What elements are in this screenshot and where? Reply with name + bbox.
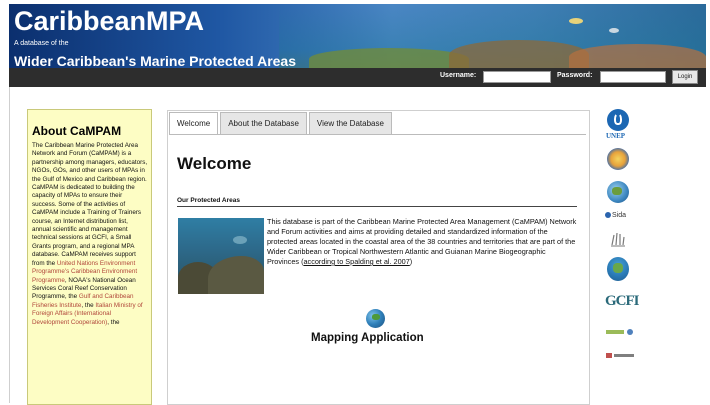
tab-view-the-database[interactable]: View the Database (308, 112, 392, 134)
unep-logo-text[interactable]: UNEP (606, 132, 625, 140)
about-text-4: , the (81, 301, 96, 309)
username-input[interactable] (483, 71, 551, 83)
password-label: Password: (557, 72, 593, 79)
tagline-large: Wider Caribbean's Marine Protected Areas (14, 53, 296, 69)
banner-reef (569, 44, 706, 70)
about-text-3: , the (64, 293, 79, 301)
tab-welcome[interactable]: Welcome (169, 112, 219, 134)
about-text: The Caribbean Marine Protected Area Netw… (32, 142, 148, 327)
unep-logo-icon[interactable] (607, 109, 629, 131)
description-end: ) (409, 257, 413, 266)
globe-logo-icon[interactable] (607, 181, 629, 203)
partner-logo-icon[interactable] (606, 328, 636, 338)
gcfi-logo[interactable]: GCFI (605, 293, 639, 310)
login-button[interactable]: Login (672, 70, 698, 84)
banner-fish (609, 28, 619, 33)
sida-logo-text: Sida (612, 212, 627, 219)
spalding-link[interactable]: according to Spalding et al. 2007 (304, 257, 410, 266)
about-campam-panel: About CaMPAM The Caribbean Marine Protec… (27, 109, 152, 405)
mapping-application-link[interactable]: Mapping Application (311, 332, 424, 344)
banner-reef (309, 48, 469, 70)
fish (233, 236, 247, 244)
hand-logo-icon[interactable] (608, 229, 628, 249)
section-divider (177, 206, 577, 207)
partner-logo-icon[interactable] (606, 351, 636, 360)
username-label: Username: (440, 72, 477, 79)
unep-mark (614, 113, 622, 125)
globe-land (372, 314, 380, 320)
password-input[interactable] (600, 71, 666, 83)
banner-reef (449, 40, 589, 70)
section-title: Our Protected Areas (177, 197, 240, 204)
globe-land (612, 187, 622, 195)
globe-land (613, 263, 623, 273)
about-title: About CaMPAM (32, 124, 122, 138)
page: CaribbeanMPA A database of the Wider Car… (0, 0, 710, 405)
about-text-5: , the (107, 318, 120, 326)
site-logo[interactable]: CaribbeanMPA (14, 6, 204, 36)
coral-reef-photo (178, 218, 264, 294)
tab-divider (169, 134, 586, 135)
cep-logo-icon[interactable] (607, 148, 629, 170)
sida-logo[interactable]: Sida (605, 212, 626, 219)
page-title: Welcome (177, 154, 252, 173)
tagline-small: A database of the (14, 40, 69, 47)
banner-fish (569, 18, 583, 24)
database-description: This database is part of the Caribbean M… (267, 217, 579, 267)
gulf-caribbean-logo-icon[interactable] (607, 257, 629, 281)
tab-bar: Welcome About the Database View the Data… (169, 112, 394, 135)
reef-rock (208, 256, 264, 294)
tab-about-the-database[interactable]: About the Database (220, 112, 307, 134)
sida-dot-icon (605, 212, 611, 218)
about-text-1: The Caribbean Marine Protected Area Netw… (32, 142, 148, 267)
globe-icon[interactable] (366, 309, 385, 328)
